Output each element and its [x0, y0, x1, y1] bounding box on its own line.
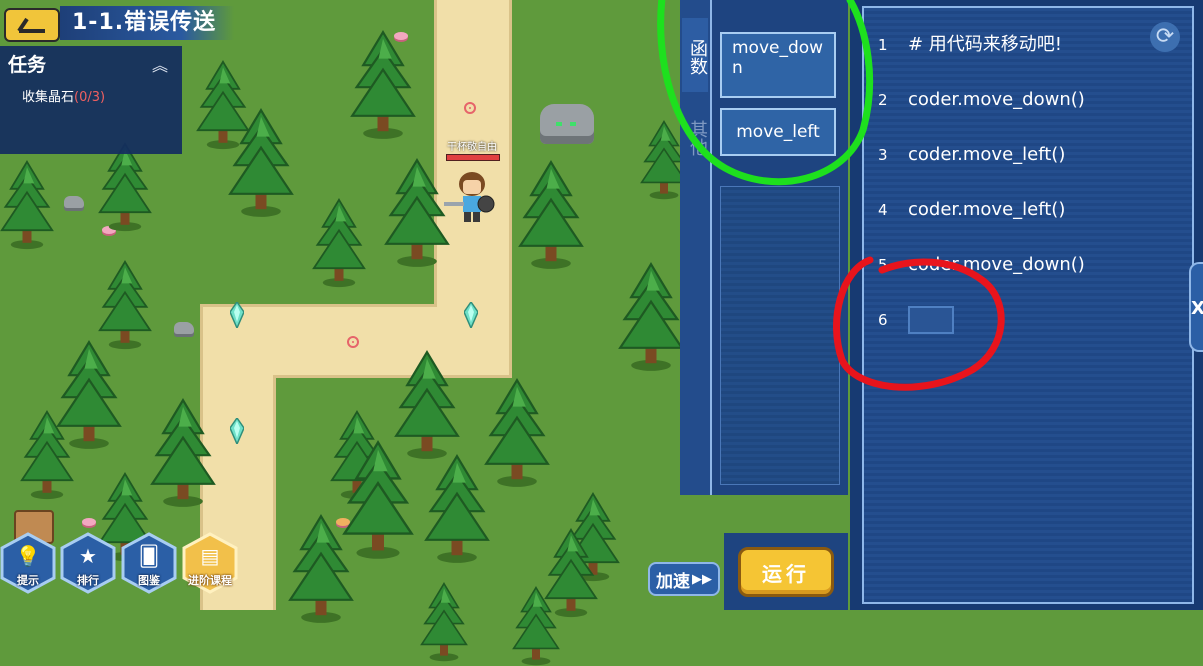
- pine-tree: [424, 454, 490, 563]
- advanced-course-button[interactable]: ▤ 进阶课程: [182, 532, 238, 594]
- pine-tree: [512, 586, 560, 666]
- pine-tree: [518, 160, 584, 269]
- flower: [82, 518, 96, 526]
- task-panel-title: 任务: [8, 54, 47, 76]
- cards-icon: 🂠: [138, 544, 160, 568]
- pine-tree: [484, 378, 550, 487]
- crystal-icon: [230, 302, 244, 328]
- red-circle-annotation: [833, 256, 1005, 391]
- code-line[interactable]: 4 coder.move_left(): [878, 195, 1065, 225]
- green-circle-annotation: [657, 0, 874, 186]
- pine-tree: [0, 160, 54, 250]
- code-text: # 用代码来移动吧!: [908, 34, 1063, 55]
- code-line[interactable]: 1 # 用代码来移动吧!: [878, 30, 1062, 60]
- line-number: 2: [878, 91, 888, 109]
- pine-tree: [350, 30, 416, 139]
- pine-tree: [20, 410, 74, 500]
- run-area: 运行: [724, 533, 848, 610]
- player-name-label: 干杯敬自由: [447, 142, 497, 153]
- pine-tree: [228, 108, 294, 217]
- crystal-icon: [230, 418, 244, 444]
- player-health-bar: [446, 154, 500, 161]
- task-item-progress: (0/3): [74, 90, 106, 105]
- code-text: coder.move_left(): [908, 144, 1066, 165]
- run-button[interactable]: 运行: [738, 547, 834, 597]
- pine-tree: [98, 260, 152, 350]
- rock: [174, 322, 194, 334]
- chevron-up-icon[interactable]: ︽: [152, 52, 168, 76]
- line-number: 4: [878, 201, 888, 219]
- pine-tree: [384, 158, 450, 267]
- line-number: 1: [878, 36, 888, 54]
- pine-tree: [150, 398, 216, 507]
- stone-golem: [540, 104, 594, 144]
- course-book-icon: ▤: [200, 544, 220, 568]
- back-arrow-icon: [17, 17, 45, 33]
- advanced-course-button-label: 进阶课程: [188, 574, 232, 587]
- pine-tree: [98, 142, 152, 232]
- star-icon: ★: [79, 544, 97, 568]
- refresh-icon[interactable]: ⟳: [1150, 22, 1180, 52]
- ranking-button[interactable]: ★ 排行: [60, 532, 116, 594]
- code-line[interactable]: 3 coder.move_left(): [878, 140, 1065, 170]
- ranking-button-label: 排行: [77, 574, 99, 587]
- task-item: 收集晶石(0/3): [22, 86, 105, 105]
- rock: [64, 196, 84, 208]
- lightbulb-icon: 💡: [15, 544, 41, 568]
- code-text: coder.move_down(): [908, 89, 1085, 110]
- code-line[interactable]: 2 coder.move_down(): [878, 85, 1085, 115]
- hint-button[interactable]: 💡 提示: [0, 532, 56, 594]
- hint-button-label: 提示: [17, 574, 39, 587]
- back-button[interactable]: [4, 8, 60, 42]
- pine-tree: [420, 582, 468, 662]
- task-panel: 任务 ︽ 收集晶石(0/3): [0, 46, 182, 154]
- player-sprite: [444, 172, 495, 222]
- task-item-label: 收集晶石: [22, 90, 75, 105]
- level-title: 1-1.错误传送: [60, 6, 235, 40]
- code-text: coder.move_left(): [908, 199, 1066, 220]
- pine-tree: [312, 198, 366, 288]
- pine-tree: [618, 262, 684, 371]
- crystal-icon: [464, 302, 478, 328]
- target-marker: [464, 102, 476, 114]
- target-marker: [347, 336, 359, 348]
- codex-button[interactable]: 🂠 图鉴: [121, 532, 177, 594]
- line-number: 3: [878, 146, 888, 164]
- editor-side-handle[interactable]: X: [1189, 262, 1203, 352]
- codex-button-label: 图鉴: [138, 574, 160, 587]
- pine-tree: [288, 514, 354, 623]
